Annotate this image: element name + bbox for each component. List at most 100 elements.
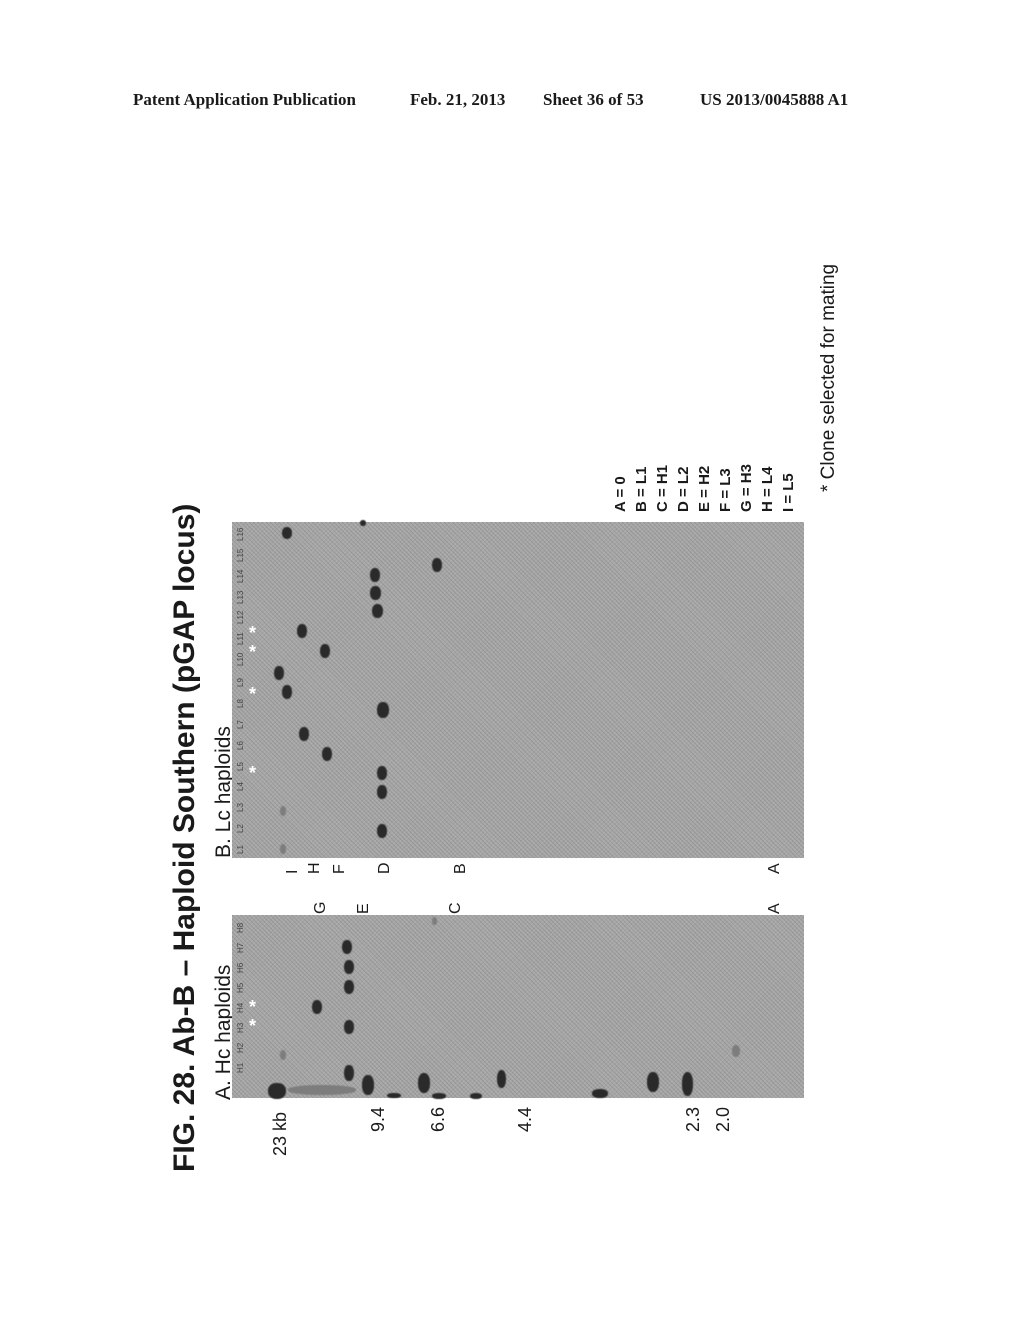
band-letter-g: G	[312, 901, 329, 914]
band-faint	[280, 844, 286, 854]
lane-label: H5	[236, 982, 245, 993]
band-faint	[732, 1045, 740, 1057]
size-marker-9-4: 9.4	[368, 1106, 388, 1132]
marker-band	[432, 1093, 446, 1099]
band	[377, 824, 387, 838]
band-letter-i: I	[284, 869, 301, 874]
lane-label: L14	[236, 569, 245, 583]
band-letter-h: H	[306, 862, 323, 874]
band	[342, 940, 352, 954]
lane-label: L10	[236, 652, 245, 667]
size-marker-2-3: 2.3	[683, 1106, 703, 1132]
lane-label: L8	[236, 698, 245, 708]
lane-label: L3	[236, 803, 245, 813]
lane-label: H6	[236, 962, 245, 973]
selected-clone-star: *	[249, 1016, 257, 1036]
band-faint	[432, 917, 437, 925]
band	[370, 568, 380, 582]
marker-smear	[288, 1085, 356, 1095]
band	[432, 558, 442, 572]
band-letter-e: E	[355, 903, 372, 914]
lane-label: L7	[236, 719, 245, 729]
lane-label: L5	[236, 761, 245, 771]
marker-band	[387, 1093, 401, 1098]
band-letter-a-b: A	[766, 863, 783, 874]
lane-label: L13	[236, 590, 245, 604]
page-header: Patent Application Publication Feb. 21, …	[0, 90, 1024, 114]
band	[377, 702, 389, 718]
marker-band-2-3	[647, 1072, 659, 1092]
band	[344, 980, 354, 994]
band-letter-a-a: A	[766, 903, 783, 914]
marker-band-2-0	[682, 1072, 693, 1096]
band	[344, 1065, 354, 1081]
band-letter-f: F	[331, 864, 348, 874]
lane-label: H3	[236, 1022, 245, 1033]
marker-band	[470, 1093, 482, 1099]
size-marker-4-4: 4.4	[515, 1106, 535, 1132]
selected-clone-star: *	[249, 623, 257, 643]
band	[299, 727, 309, 741]
legend-entry-a: A = 0	[612, 476, 629, 512]
band-faint	[280, 1050, 286, 1060]
band	[312, 1000, 322, 1014]
band	[360, 520, 366, 526]
band	[377, 766, 387, 780]
marker-band-6-6	[418, 1073, 430, 1093]
lane-label: H7	[236, 942, 245, 953]
selected-clone-star: *	[249, 642, 257, 662]
size-marker-23kb: 23 kb	[270, 1111, 290, 1156]
gel-panel-b: L1 L2 L3 L4 L5 L6 L7 L8 L9 L10 L11 L12 L13 L14 L15 L16 …	[232, 520, 804, 858]
legend-entry-g: G = H3	[738, 464, 755, 512]
selected-clone-star: *	[249, 997, 257, 1017]
lane-label: L6	[236, 740, 245, 750]
lane-label: H4	[236, 1002, 245, 1013]
band-letter-d: D	[376, 862, 393, 874]
legend-entry-h: H = L4	[759, 466, 776, 512]
legend-entry-b: B = L1	[633, 466, 650, 512]
lane-label: H2	[236, 1042, 245, 1053]
band	[282, 685, 292, 699]
lane-label: H8	[236, 922, 245, 933]
band-letter-c: C	[447, 902, 464, 914]
band	[322, 747, 332, 761]
publication-label: Patent Application Publication	[133, 90, 356, 109]
band	[282, 527, 292, 539]
lane-label: L9	[236, 678, 245, 687]
band	[344, 960, 354, 974]
size-marker-6-6: 6.6	[428, 1106, 448, 1132]
figure-title: FIG. 28. Ab-B – Haploid Southern (pGAP l…	[168, 503, 201, 1172]
gel-panel-a: H1 H2 H3 H4 H5 H6 H7 H8 * *	[232, 915, 804, 1099]
selection-note: * Clone selected for mating	[818, 263, 839, 492]
patent-number: US 2013/0045888 A1	[700, 90, 849, 109]
band	[320, 644, 330, 658]
publication-date: Feb. 21, 2013	[410, 90, 506, 109]
lane-label: L2	[236, 824, 245, 834]
selected-clone-star: *	[249, 684, 257, 704]
lane-label: L4	[236, 782, 245, 792]
legend-entry-f: F = L3	[717, 468, 734, 512]
lane-label: L12	[236, 611, 245, 625]
band-faint	[280, 806, 286, 816]
legend-entry-e: E = H2	[696, 465, 713, 512]
size-marker-2-0: 2.0	[713, 1106, 733, 1132]
band	[372, 604, 383, 618]
selected-clone-star: *	[249, 763, 257, 783]
lane-label: H1	[236, 1062, 245, 1073]
lane-label: L16	[236, 527, 245, 541]
lane-label: L15	[236, 548, 245, 562]
band	[274, 666, 284, 680]
legend-entry-c: C = H1	[654, 464, 671, 512]
lane-label: L1	[236, 845, 245, 854]
sheet-number: Sheet 36 of 53	[543, 90, 644, 109]
legend-entry-d: D = L2	[675, 466, 692, 512]
band	[344, 1020, 354, 1034]
band	[377, 785, 387, 799]
band-letter-b: B	[452, 863, 469, 874]
marker-band-9-4	[362, 1075, 374, 1095]
marker-band	[592, 1089, 608, 1098]
band	[297, 624, 307, 638]
legend-entry-i: I = L5	[780, 473, 797, 512]
marker-band-4-4	[497, 1070, 506, 1088]
band	[370, 586, 381, 600]
